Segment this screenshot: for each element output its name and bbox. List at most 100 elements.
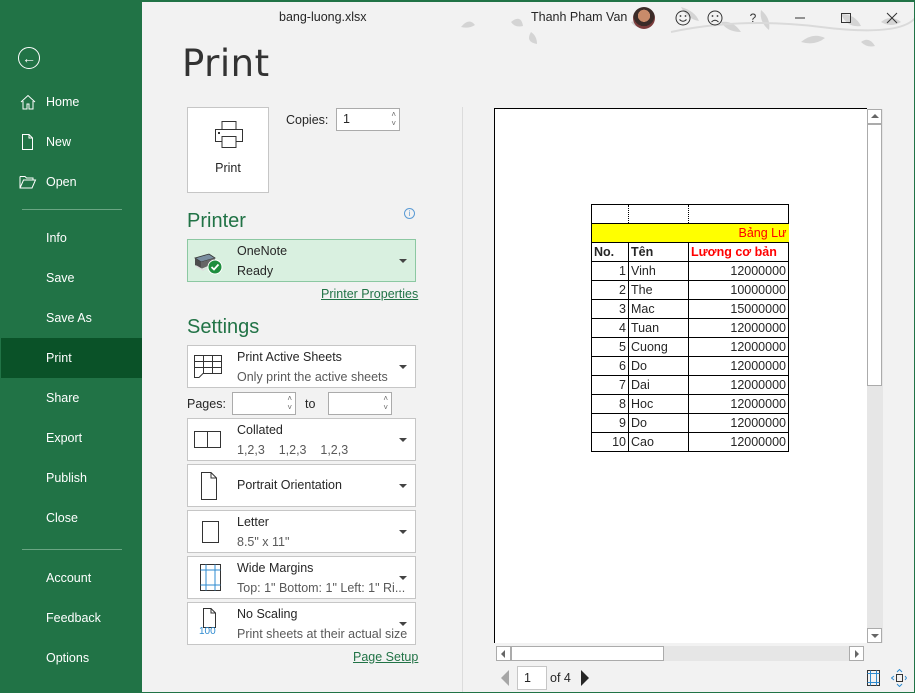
back-button[interactable]: ← <box>18 47 40 69</box>
info-icon[interactable]: i <box>404 208 415 219</box>
salary-cell: 15000000 <box>688 299 789 319</box>
pages-from-spinner[interactable]: ˄ ˅ <box>287 394 292 412</box>
sidebar-item-feedback[interactable]: Feedback <box>1 598 142 638</box>
print-what-dropdown[interactable]: Print Active Sheets Only print the activ… <box>187 345 416 388</box>
close-button[interactable] <box>882 8 902 28</box>
printer-status: Ready <box>237 264 274 278</box>
sidebar-item-info[interactable]: Info <box>1 218 142 258</box>
sidebar-item-save[interactable]: Save <box>1 258 142 298</box>
paper-size-subtitle: 8.5" x 11" <box>237 535 290 549</box>
row-number-cell: 9 <box>591 413 629 433</box>
next-page-button[interactable] <box>581 670 589 686</box>
name-cell: Tuan <box>628 318 689 338</box>
new-document-icon <box>22 134 33 150</box>
sidebar-item-label: Print <box>46 351 72 365</box>
folder-open-icon <box>19 176 37 189</box>
paper-size-dropdown[interactable]: Letter 8.5" x 11" <box>187 510 416 553</box>
chevron-down-icon <box>399 484 407 488</box>
print-what-title: Print Active Sheets <box>237 350 342 364</box>
excel-backstage-window: ← Home New Open Info Save Save As Print … <box>0 0 915 693</box>
sidebar-item-share[interactable]: Share <box>1 378 142 418</box>
sidebar-item-label: Options <box>46 651 90 665</box>
sidebar-item-options[interactable]: Options <box>1 638 142 678</box>
preview-vertical-scrollbar[interactable] <box>867 109 883 643</box>
smile-feedback-button[interactable] <box>673 8 693 28</box>
sidebar-item-new[interactable]: New <box>1 122 142 162</box>
salary-cell: 12000000 <box>688 261 789 281</box>
show-margins-button[interactable] <box>867 670 880 686</box>
preview-horizontal-scrollbar[interactable] <box>496 646 864 661</box>
margins-icon <box>200 564 221 591</box>
print-button[interactable]: Print <box>187 107 269 193</box>
previous-page-button[interactable] <box>501 670 509 686</box>
scroll-thumb[interactable] <box>867 124 882 386</box>
minimize-icon <box>795 17 805 19</box>
sidebar-item-label: Open <box>46 175 77 189</box>
page-number-input[interactable]: 1 <box>517 666 547 690</box>
sidebar-item-print[interactable]: Print <box>1 338 142 378</box>
print-what-subtitle: Only print the active sheets <box>237 370 388 384</box>
sidebar-divider <box>22 209 122 210</box>
sidebar-item-publish[interactable]: Publish <box>1 458 142 498</box>
name-cell: Hoc <box>628 394 689 414</box>
table-row: 4 Tuan 12000000 <box>591 318 789 338</box>
sidebar-item-account[interactable]: Account <box>1 558 142 598</box>
sidebar-item-export[interactable]: Export <box>1 418 142 458</box>
column-header: No. <box>591 242 629 262</box>
collation-dropdown[interactable]: Collated 1,2,3 1,2,3 1,2,3 <box>187 418 416 461</box>
user-name[interactable]: Thanh Pham Van <box>531 10 627 24</box>
copies-label: Copies: <box>286 113 329 127</box>
zoom-to-page-button[interactable] <box>891 669 907 687</box>
scroll-down-button[interactable] <box>867 628 882 643</box>
scaling-dropdown[interactable]: 100 No Scaling Print sheets at their act… <box>187 602 416 645</box>
table-row: 8 Hoc 12000000 <box>591 394 789 414</box>
frown-feedback-button[interactable] <box>705 8 725 28</box>
column-header: Tên <box>628 242 689 262</box>
copies-input[interactable]: 1 ˄ ˅ <box>336 108 400 131</box>
page-count-label: of 4 <box>550 671 571 685</box>
frown-icon <box>707 10 723 26</box>
table-title-row: Bảng Lư <box>591 223 789 243</box>
minimize-button[interactable] <box>790 8 810 28</box>
maximize-button[interactable] <box>836 8 856 28</box>
pages-from-input[interactable]: ˄ ˅ <box>232 392 296 415</box>
name-cell: Dai <box>628 375 689 395</box>
pages-to-spinner[interactable]: ˄ ˅ <box>383 394 388 412</box>
table-row: 7 Dai 12000000 <box>591 375 789 395</box>
printer-dropdown[interactable]: OneNote Ready <box>187 239 416 282</box>
pages-to-label: to <box>305 397 316 411</box>
page-number-value: 1 <box>524 671 531 685</box>
panel-divider <box>462 107 463 692</box>
row-number-cell: 8 <box>591 394 629 414</box>
chevron-down-icon <box>399 438 407 442</box>
scroll-up-button[interactable] <box>867 109 882 124</box>
backstage-sidebar: ← Home New Open Info Save Save As Print … <box>1 2 142 692</box>
sidebar-item-close[interactable]: Close <box>1 498 142 538</box>
row-number-cell: 6 <box>591 356 629 376</box>
collation-title: Collated <box>237 423 283 437</box>
row-number-cell: 2 <box>591 280 629 300</box>
printer-ready-icon <box>194 253 223 275</box>
sidebar-item-home[interactable]: Home <box>1 82 142 122</box>
sidebar-item-open[interactable]: Open <box>1 162 142 202</box>
margins-dropdown[interactable]: Wide Margins Top: 1" Bottom: 1" Left: 1"… <box>187 556 416 599</box>
table-row: 5 Cuong 12000000 <box>591 337 789 357</box>
name-cell: Do <box>628 413 689 433</box>
sidebar-divider <box>22 549 122 550</box>
printer-properties-link[interactable]: Printer Properties <box>321 287 418 301</box>
page-setup-link[interactable]: Page Setup <box>353 650 418 664</box>
scroll-right-button[interactable] <box>849 646 864 661</box>
help-button[interactable]: ? <box>743 8 763 28</box>
sidebar-item-label: Account <box>46 571 92 585</box>
table-row: 3 Mac 15000000 <box>591 299 789 319</box>
preview-table: Bảng Lư No. Tên Lương cơ bản 1 Vinh 120000… <box>591 204 789 452</box>
scroll-thumb[interactable] <box>511 646 664 661</box>
sidebar-item-save-as[interactable]: Save As <box>1 298 142 338</box>
scroll-left-button[interactable] <box>496 646 511 661</box>
copies-spinner[interactable]: ˄ ˅ <box>391 110 396 128</box>
salary-cell: 12000000 <box>688 337 789 357</box>
orientation-dropdown[interactable]: Portrait Orientation <box>187 464 416 507</box>
printer-section-header: Printer <box>187 210 246 232</box>
avatar[interactable] <box>633 7 655 29</box>
pages-to-input[interactable]: ˄ ˅ <box>328 392 392 415</box>
